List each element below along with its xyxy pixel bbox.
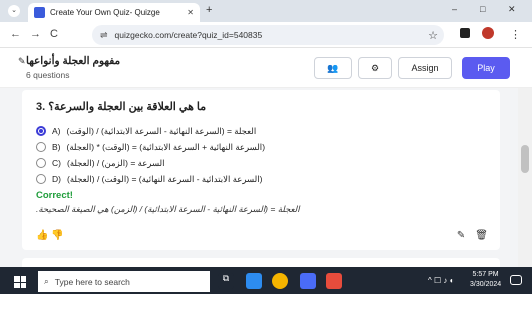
option-a[interactable]: A) العجلة = (السرعة النهائية - السرعة ال… <box>36 124 256 138</box>
browser-tab[interactable]: Create Your Own Quiz- Quizge ✕ <box>28 3 200 22</box>
close-window-button[interactable]: ✕ <box>508 4 516 15</box>
notification-icon[interactable] <box>510 275 522 285</box>
close-icon[interactable]: ✕ <box>187 8 194 17</box>
clock-date: 3/30/2024 <box>470 281 502 288</box>
option-text: (العجلة) / (الوقت) = (السرعة الابتدائية … <box>66 173 263 184</box>
option-letter: B) <box>52 142 61 152</box>
taskbar-search-input[interactable]: ⌕ Type here to search <box>38 271 210 292</box>
file-explorer-icon[interactable] <box>246 273 262 289</box>
search-icon: ⌕ <box>44 276 49 286</box>
clock-time: 5:57 PM <box>472 271 499 278</box>
new-tab-button[interactable]: + <box>206 4 212 16</box>
quizgecko-favicon-icon <box>34 7 45 18</box>
radio[interactable] <box>36 142 46 152</box>
site-info-icon[interactable]: ⇌ <box>100 30 108 41</box>
radio[interactable] <box>36 158 46 168</box>
browser-tab-strip: ⌄ Create Your Own Quiz- Quizge ✕ + – □ ✕ <box>0 0 532 22</box>
option-text: (العجلة) * (الوقت) = (السرعة النهائية + … <box>66 141 266 152</box>
option-text: السرعة = (الزمن) / (العجلة) <box>66 157 165 168</box>
option-letter: D) <box>52 174 61 184</box>
bottom-margin <box>0 294 532 309</box>
feedback-correct: Correct! <box>36 190 73 201</box>
question-count: 6 questions <box>26 70 70 80</box>
option-d[interactable]: D) (العجلة) / (الوقت) = (السرعة الابتدائ… <box>36 172 262 186</box>
profile-avatar-icon[interactable] <box>482 27 494 39</box>
assign-button[interactable]: Assign <box>398 57 452 79</box>
taskbar-clock[interactable]: 5:57 PM 3/30/2024 <box>470 270 501 290</box>
share-users-button[interactable]: 👥 <box>314 57 352 79</box>
search-placeholder: Type here to search <box>54 276 130 287</box>
card-actions: ✎ 🗑 <box>457 230 488 241</box>
minimize-button[interactable]: – <box>452 4 457 14</box>
option-c[interactable]: C) السرعة = (الزمن) / (العجلة) <box>36 156 165 170</box>
question-card: 3. ما هي العلاقة بين العجلة والسرعة؟ A) … <box>22 90 500 250</box>
more-menu-icon[interactable]: ⋮ <box>510 28 521 41</box>
tab-search-icon[interactable]: ⌄ <box>8 5 20 17</box>
trash-icon[interactable]: 🗑 <box>475 230 488 241</box>
chrome-icon[interactable] <box>272 273 288 289</box>
thumbs-down-icon[interactable]: 👎 <box>51 230 63 241</box>
edit-pencil-icon[interactable]: ✎ <box>457 230 465 241</box>
address-bar[interactable]: ⇌ quizgecko.com/create?quiz_id=540835 ☆ <box>92 25 444 45</box>
rating-controls: 👍 👎 <box>36 230 64 241</box>
app-icon[interactable] <box>326 273 342 289</box>
maximize-button[interactable]: □ <box>480 4 485 14</box>
settings-button[interactable]: ⚙ <box>358 57 392 79</box>
option-letter: A) <box>52 126 61 136</box>
radio[interactable] <box>36 174 46 184</box>
play-button[interactable]: Play <box>462 57 510 79</box>
windows-start-icon[interactable] <box>14 276 26 288</box>
scrollbar-thumb[interactable] <box>521 145 529 173</box>
reload-icon[interactable]: C <box>50 28 58 40</box>
quiz-title[interactable]: مفهوم العجلة وأنواعها <box>26 55 120 67</box>
scrollbar-track[interactable] <box>518 88 532 267</box>
answer-explanation: .العجلة = (السرعة النهائية - السرعة الاب… <box>36 204 300 214</box>
thumbs-up-icon[interactable]: 👍 <box>36 230 48 241</box>
app-icon[interactable] <box>300 273 316 289</box>
question-title: 3. ما هي العلاقة بين العجلة والسرعة؟ <box>36 101 207 113</box>
bookmark-star-icon[interactable]: ☆ <box>428 29 438 42</box>
gear-icon: ⚙ <box>370 62 380 73</box>
option-letter: C) <box>52 158 61 168</box>
edit-pencil-icon[interactable]: ✎ <box>18 56 26 67</box>
quiz-header: ✎ مفهوم العجلة وأنواعها 6 questions 👥 ⚙ … <box>0 48 532 88</box>
radio-selected[interactable] <box>36 126 46 136</box>
system-tray-icons[interactable]: ^ ☐ ♪ ◐ <box>428 276 454 285</box>
users-icon: 👥 <box>327 62 339 73</box>
option-text: العجلة = (السرعة النهائية - السرعة الابت… <box>66 125 257 136</box>
tab-title: Create Your Own Quiz- Quizge <box>50 8 160 17</box>
main-content: 3. ما هي العلاقة بين العجلة والسرعة؟ A) … <box>0 88 518 270</box>
sidebar-icon[interactable] <box>460 28 470 38</box>
option-b[interactable]: B) (العجلة) * (الوقت) = (السرعة النهائية… <box>36 140 265 154</box>
url-text: quizgecko.com/create?quiz_id=540835 <box>114 30 263 40</box>
back-icon[interactable]: ← <box>10 28 21 40</box>
browser-toolbar: ← → C ⇌ quizgecko.com/create?quiz_id=540… <box>0 22 532 48</box>
forward-icon[interactable]: → <box>30 28 41 40</box>
task-view-icon[interactable]: ⧉ <box>218 273 234 289</box>
